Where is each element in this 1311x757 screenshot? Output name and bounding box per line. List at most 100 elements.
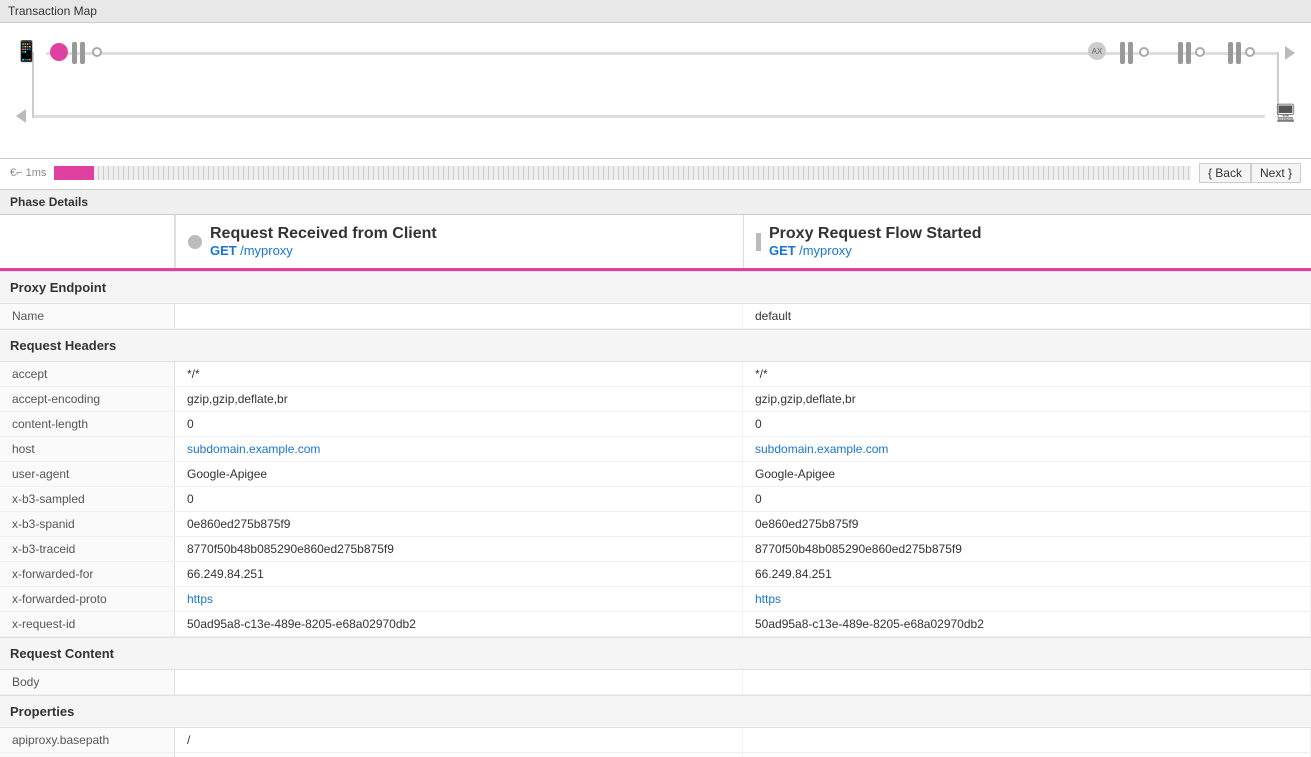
val-x-forwarded-for-col2: 66.249.84.251 xyxy=(743,562,1311,586)
row-host: host subdomain.example.com subdomain.exa… xyxy=(0,437,1311,462)
label-x-request-id: x-request-id xyxy=(0,612,175,636)
val-host-col1: subdomain.example.com xyxy=(175,437,743,461)
timeline-bar xyxy=(54,166,1191,180)
phase-details-header: Phase Details xyxy=(0,190,1311,215)
row-body: Body xyxy=(0,670,1311,695)
nav-buttons: { Back Next } xyxy=(1199,163,1301,183)
col1-method: GET xyxy=(210,243,237,258)
val-x-b3-sampled-col2: 0 xyxy=(743,487,1311,511)
val-x-request-id-col1: 50ad95a8-c13e-489e-8205-e68a02970db2 xyxy=(175,612,743,636)
val-x-forwarded-proto-col1: https xyxy=(175,587,743,611)
dblbar-node-3 xyxy=(1178,42,1191,64)
val-accept-encoding-col2: gzip,gzip,deflate,br xyxy=(743,387,1311,411)
col1-circle-icon xyxy=(188,235,202,249)
val-apiproxy-basepath-col2 xyxy=(743,728,1311,752)
row-x-forwarded-for: x-forwarded-for 66.249.84.251 66.249.84.… xyxy=(0,562,1311,587)
ax-node: AX xyxy=(1088,42,1106,60)
label-content-length: content-length xyxy=(0,412,175,436)
request-headers-section-header: Request Headers xyxy=(0,329,1311,362)
label-apiproxy-basepath: apiproxy.basepath xyxy=(0,728,175,752)
properties-section-header: Properties xyxy=(0,695,1311,728)
pink-circle-node xyxy=(50,43,68,61)
row-x-b3-traceid: x-b3-traceid 8770f50b48b085290e860ed275b… xyxy=(0,537,1311,562)
sm-dot-4 xyxy=(1245,47,1255,57)
row-x-b3-spanid: x-b3-spanid 0e860ed275b875f9 0e860ed275b… xyxy=(0,512,1311,537)
col2-bar-icon xyxy=(756,233,761,251)
col1-path: /myproxy xyxy=(240,243,293,258)
val-apiproxy-basepath-col1: / xyxy=(175,728,743,752)
col2-title: Proxy Request Flow Started xyxy=(769,225,982,243)
col2-path: /myproxy xyxy=(799,243,852,258)
row-apiproxy-basepath: apiproxy.basepath / xyxy=(0,728,1311,753)
transaction-map-header: Transaction Map xyxy=(0,0,1311,23)
arrow-left xyxy=(16,109,26,123)
proxy-endpoint-title: Proxy Endpoint xyxy=(10,280,106,295)
col1-title: Request Received from Client xyxy=(210,225,437,243)
arrow-right xyxy=(1285,46,1295,60)
val-accept-col2: */* xyxy=(743,362,1311,386)
label-body: Body xyxy=(0,670,175,694)
label-apiproxy-name: apiproxy.name xyxy=(0,753,175,757)
flow-diagram: 📱 AX 🖥 xyxy=(10,33,1301,153)
label-x-forwarded-proto: x-forwarded-proto xyxy=(0,587,175,611)
row-x-b3-sampled: x-b3-sampled 0 0 xyxy=(0,487,1311,512)
phase-columns-header: Request Received from Client GET /myprox… xyxy=(0,215,1311,271)
timeline-bar-pattern xyxy=(94,166,1191,180)
col-header-2: Proxy Request Flow Started GET /myproxy xyxy=(743,215,1311,268)
val-apiproxy-name-col1: myproxy xyxy=(175,753,743,757)
proxy-endpoint-name-row: Name default xyxy=(0,304,1311,329)
val-x-b3-spanid-col2: 0e860ed275b875f9 xyxy=(743,512,1311,536)
val-user-agent-col1: Google-Apigee xyxy=(175,462,743,486)
timeline-label: €⌐ 1ms xyxy=(10,167,46,179)
val-accept-encoding-col1: gzip,gzip,deflate,br xyxy=(175,387,743,411)
val-host-col2: subdomain.example.com xyxy=(743,437,1311,461)
col-header-1: Request Received from Client GET /myprox… xyxy=(175,215,743,268)
next-button[interactable]: Next } xyxy=(1251,163,1301,183)
phase-details-title: Phase Details xyxy=(10,195,88,209)
val-apiproxy-name-col2 xyxy=(743,753,1311,757)
row-user-agent: user-agent Google-Apigee Google-Apigee xyxy=(0,462,1311,487)
label-x-forwarded-for: x-forwarded-for xyxy=(0,562,175,586)
label-host: host xyxy=(0,437,175,461)
row-apiproxy-name: apiproxy.name myproxy xyxy=(0,753,1311,757)
proxy-endpoint-name-col2: default xyxy=(743,304,1311,328)
label-accept: accept xyxy=(0,362,175,386)
request-headers-title: Request Headers xyxy=(10,338,116,353)
label-user-agent: user-agent xyxy=(0,462,175,486)
transaction-map-area: 📱 AX 🖥 xyxy=(0,23,1311,159)
proxy-endpoint-section-header: Proxy Endpoint xyxy=(0,271,1311,304)
val-x-request-id-col2: 50ad95a8-c13e-489e-8205-e68a02970db2 xyxy=(743,612,1311,636)
timeline-bar-active xyxy=(54,166,94,180)
label-x-b3-traceid: x-b3-traceid xyxy=(0,537,175,561)
val-x-b3-traceid-col2: 8770f50b48b085290e860ed275b875f9 xyxy=(743,537,1311,561)
server-icon: 🖥 xyxy=(1274,103,1297,124)
dblbar-node-2 xyxy=(1120,42,1133,64)
val-x-forwarded-for-col1: 66.249.84.251 xyxy=(175,562,743,586)
val-body-col2 xyxy=(743,670,1311,694)
dblbar-node-4 xyxy=(1228,42,1241,64)
request-content-section-header: Request Content xyxy=(0,637,1311,670)
back-button[interactable]: { Back xyxy=(1199,163,1251,183)
proxy-endpoint-name-col1 xyxy=(175,304,743,328)
dblbar-node-1 xyxy=(72,42,85,64)
val-x-b3-spanid-col1: 0e860ed275b875f9 xyxy=(175,512,743,536)
col2-method: GET xyxy=(769,243,796,258)
val-body-col1 xyxy=(175,670,743,694)
proxy-endpoint-name-label: Name xyxy=(0,304,175,328)
val-content-length-col2: 0 xyxy=(743,412,1311,436)
val-x-b3-traceid-col1: 8770f50b48b085290e860ed275b875f9 xyxy=(175,537,743,561)
row-x-request-id: x-request-id 50ad95a8-c13e-489e-8205-e68… xyxy=(0,612,1311,637)
label-accept-encoding: accept-encoding xyxy=(0,387,175,411)
row-content-length: content-length 0 0 xyxy=(0,412,1311,437)
label-x-b3-spanid: x-b3-spanid xyxy=(0,512,175,536)
transaction-map-title: Transaction Map xyxy=(8,4,97,18)
val-x-forwarded-proto-col2: https xyxy=(743,587,1311,611)
val-content-length-col1: 0 xyxy=(175,412,743,436)
sm-dot-2 xyxy=(1139,47,1149,57)
properties-title: Properties xyxy=(10,704,74,719)
phone-icon: 📱 xyxy=(14,39,39,64)
sm-dot-3 xyxy=(1195,47,1205,57)
phase-table-container: Request Received from Client GET /myprox… xyxy=(0,215,1311,757)
sm-dot-1 xyxy=(92,47,102,57)
row-accept: accept */* */* xyxy=(0,362,1311,387)
